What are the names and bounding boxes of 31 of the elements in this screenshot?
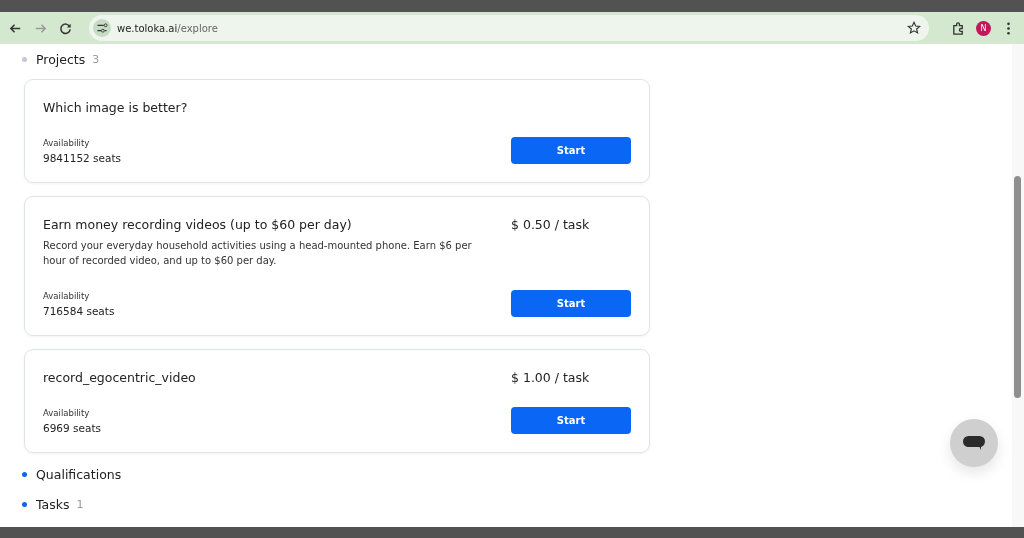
url-path: /explore — [177, 22, 218, 34]
star-icon[interactable] — [907, 21, 921, 35]
availability-label: Availability — [43, 407, 91, 418]
project-title: Which image is better? — [43, 100, 188, 115]
seats-count: 6969 seats — [43, 421, 101, 434]
section-title[interactable]: Projects — [36, 52, 86, 67]
seats-count: 9841152 seats — [43, 151, 122, 164]
start-button[interactable]: Start — [511, 407, 631, 434]
chat-button[interactable] — [950, 419, 998, 467]
section-title[interactable]: Qualifications — [36, 467, 122, 482]
project-title: record_egocentric_video — [43, 370, 196, 385]
profile-avatar[interactable]: N — [976, 20, 991, 36]
site-settings-icon[interactable] — [93, 19, 111, 37]
chat-icon — [962, 435, 986, 451]
project-title: Earn money recording videos (up to $60 per day) — [43, 217, 352, 232]
reload-icon[interactable] — [58, 20, 73, 36]
section-count: 3 — [92, 53, 100, 66]
availability-label: Availability — [43, 290, 91, 301]
project-price: $ 1.00 / task — [511, 370, 591, 385]
extensions-icon[interactable] — [951, 20, 966, 36]
scrollbar-thumb[interactable] — [1014, 176, 1021, 398]
url-host: we.toloka.ai — [117, 22, 178, 34]
start-button[interactable]: Start — [511, 290, 631, 317]
seats-count: 716584 seats — [43, 304, 115, 317]
availability-label: Availability — [43, 137, 91, 148]
section-count: 1 — [76, 498, 84, 511]
address-bar[interactable]: we.toloka.ai/explore — [89, 15, 929, 41]
start-button[interactable]: Start — [511, 137, 631, 164]
section-title[interactable]: Tasks — [36, 497, 70, 512]
project-description: Record your everyday household activities using a head-mounted phone. Earn $6 per hour of recorded video, and up to $60 per day. — [43, 239, 473, 268]
project-price: $ 0.50 / task — [511, 217, 591, 232]
